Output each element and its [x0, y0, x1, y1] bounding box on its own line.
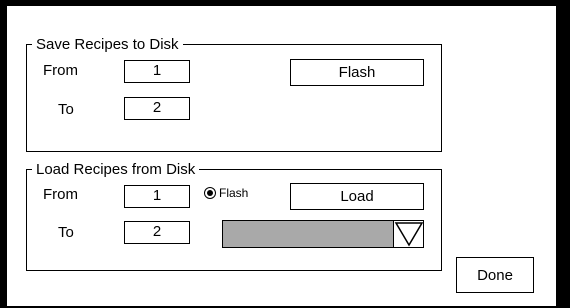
save-to-label: To: [58, 101, 74, 118]
radio-selected-icon: [204, 187, 216, 199]
save-flash-button[interactable]: Flash: [290, 59, 424, 86]
load-recipes-title: Load Recipes from Disk: [36, 161, 196, 178]
save-recipes-title: Save Recipes to Disk: [36, 36, 179, 53]
load-button[interactable]: Load: [290, 183, 424, 210]
flash-radio[interactable]: Flash: [204, 186, 248, 200]
load-from-label: From: [43, 186, 78, 203]
load-to-label: To: [58, 224, 74, 241]
save-to-field[interactable]: 2: [124, 97, 190, 120]
load-to-field[interactable]: 2: [124, 221, 190, 244]
chevron-down-icon[interactable]: [393, 221, 424, 247]
load-from-field[interactable]: 1: [124, 185, 190, 208]
save-from-label: From: [43, 62, 78, 79]
recipe-dropdown[interactable]: [222, 220, 424, 248]
flash-radio-label: Flash: [219, 186, 249, 200]
load-recipes-group: Load Recipes from Disk: [26, 162, 442, 271]
save-recipes-group: Save Recipes to Disk: [26, 37, 442, 152]
recipes-dialog: Save Recipes to Disk From 1 To 2 Flash L…: [7, 6, 556, 306]
save-from-field[interactable]: 1: [124, 60, 190, 83]
done-button[interactable]: Done: [456, 257, 534, 293]
